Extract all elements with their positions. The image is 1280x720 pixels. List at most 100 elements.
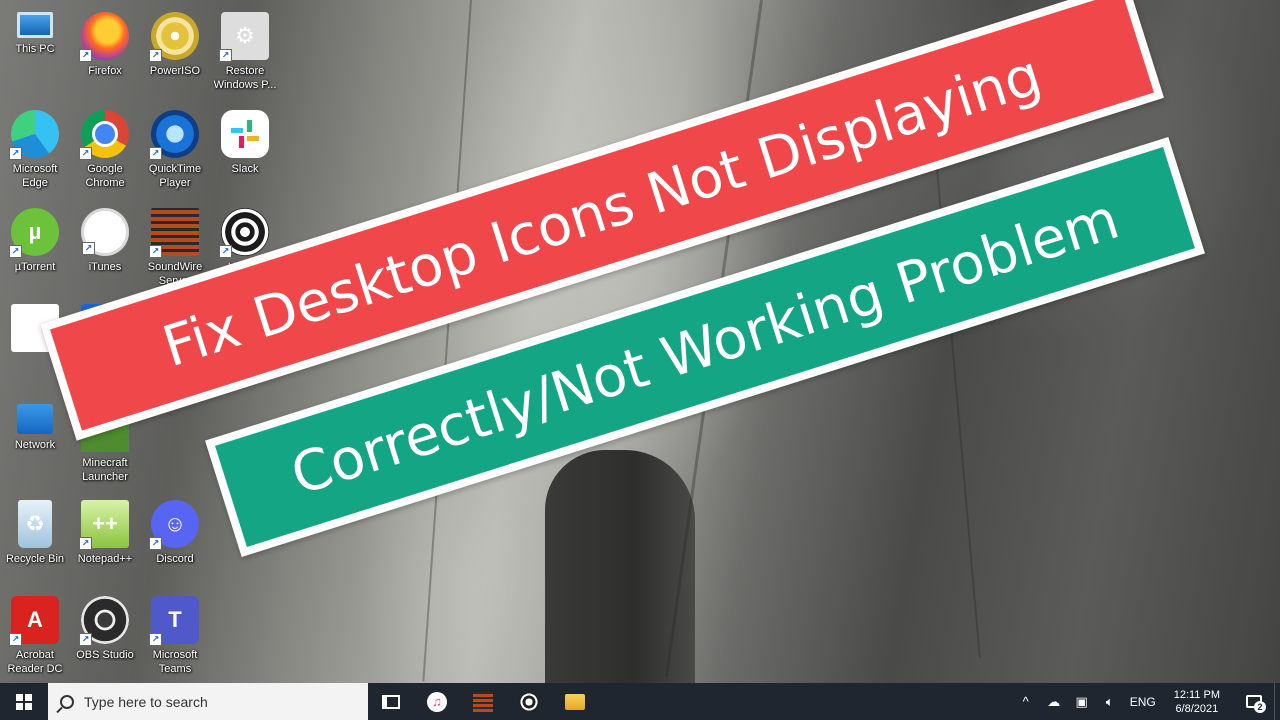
desktop-icon-teams[interactable]: T ↗ Microsoft Teams [140,590,210,682]
clock-time: 12:11 PM [1173,688,1220,701]
shortcut-arrow-icon: ↗ [149,537,162,550]
shortcut-arrow-icon: ↗ [149,147,162,160]
desktop-icon-label: µTorrent [14,261,56,273]
desktop-icon-label: Microsoft Edge [12,163,58,189]
desktop-icon-network[interactable]: Network [0,398,70,490]
desktop-icon-recycle-bin[interactable]: ♻ Recycle Bin [0,494,70,586]
system-tray: ^ ☁ ▣ 🔈︎ ENG 12:11 PM 6/8/2021 [1018,688,1234,716]
desktop-icon-label: Notepad++ [77,553,133,565]
taskbar-obs[interactable] [506,683,552,720]
task-view-icon [382,694,400,709]
desktop-icon-label: Discord [156,553,194,565]
file-explorer-icon [565,693,585,710]
shortcut-arrow-icon: ↗ [9,633,22,646]
desktop-icon-slack[interactable]: Slack [210,104,280,196]
search-icon [60,694,74,709]
shortcut-arrow-icon: ↗ [9,245,22,258]
desktop-icon-restore-windows[interactable]: ⚙ ↗ Restore Windows P... [210,6,280,98]
this-pc-icon [17,12,53,38]
shortcut-arrow-icon: ↗ [219,49,232,62]
windows-logo-icon [16,693,32,710]
desktop-icon-label: iTunes [88,261,122,273]
desktop-icon-discord[interactable]: ☺ ↗ Discord [140,494,210,586]
teams-icon: T ↗ [149,596,199,646]
edge-icon: ↗ [9,110,59,160]
restore-windows-photo-viewer-icon: ⚙ ↗ [219,12,269,62]
utorrent-icon: µ ↗ [9,208,59,258]
recycle-bin-icon: ♻ [18,500,52,548]
shortcut-arrow-icon: ↗ [219,245,232,258]
soundwire-icon: ↗ [149,208,199,258]
taskbar: ♫ ^ ☁ ▣ 🔈︎ ENG 12:11 PM 6/8/2021 2 [0,683,1280,720]
shortcut-arrow-icon: ↗ [9,147,22,160]
wallpaper-rock [545,450,695,683]
obs-icon [519,691,539,712]
task-view-button[interactable] [368,683,414,720]
input-language-indicator[interactable]: ENG [1130,695,1156,709]
show-desktop-button[interactable] [1274,683,1280,720]
search-input[interactable] [84,693,344,710]
shortcut-arrow-icon: ↗ [79,537,92,550]
slack-icon [221,110,269,158]
desktop-icon-label: Network [14,439,56,451]
start-button[interactable] [0,683,48,720]
onedrive-cloud-icon[interactable]: ☁ [1046,694,1062,709]
obs-icon: ↗ [79,596,129,646]
shortcut-arrow-icon: ↗ [149,633,162,646]
taskbar-itunes[interactable]: ♫ [414,683,460,720]
desktop-icon-notepadpp[interactable]: ++ ↗ Notepad++ [70,494,140,586]
desktop-icon-label: Microsoft Teams [152,649,198,675]
desktop-icon-firefox[interactable]: ↗ Firefox [70,6,140,98]
notification-count-badge: 2 [1254,701,1266,713]
discord-icon: ☺ ↗ [149,500,199,550]
notepadpp-icon: ++ ↗ [79,500,129,550]
taskbar-search-box[interactable] [48,683,368,720]
network-icon [17,404,53,434]
desktop-icon-label: Restore Windows P... [213,65,277,91]
poweriso-icon: ↗ [149,12,199,62]
desktop-icon-obs[interactable]: ↗ OBS Studio [70,590,140,682]
shortcut-arrow-icon: ↗ [82,242,95,255]
shortcut-arrow-icon: ↗ [149,245,162,258]
show-hidden-icons-chevron-icon[interactable]: ^ [1018,694,1034,709]
ubisoft-icon: ↗ [219,208,269,258]
desktop-icon-label: Minecraft Launcher [82,457,128,483]
desktop-icon-label: QuickTime Player [148,163,202,189]
clock-date: 6/8/2021 [1175,702,1219,715]
desktop-icon-label: Slack [231,163,259,175]
desktop-icon-edge[interactable]: ↗ Microsoft Edge [0,104,70,196]
wallpaper-crack [930,99,981,658]
itunes-icon: ♫ ↗ [81,208,129,256]
desktop-icon-label: This PC [15,43,55,55]
taskbar-clock[interactable]: 12:11 PM 6/8/2021 [1168,688,1226,716]
chrome-icon: ↗ [79,110,129,160]
taskbar-file-explorer[interactable] [552,683,598,720]
shortcut-arrow-icon: ↗ [79,49,92,62]
desktop-icon-quicktime[interactable]: ↗ QuickTime Player [140,104,210,196]
shortcut-arrow-icon: ↗ [149,49,162,62]
taskbar-soundwire[interactable] [460,683,506,720]
desktop-icon-chrome[interactable]: ↗ Google Chrome [70,104,140,196]
quicktime-icon: ↗ [149,110,199,160]
desktop-icon-label: Recycle Bin [5,553,65,565]
volume-icon[interactable]: 🔈︎ [1102,694,1118,709]
desktop-icon-poweriso[interactable]: ↗ PowerISO [140,6,210,98]
wallpaper-crack [422,0,472,682]
desktop-icon-acrobat[interactable]: A ↗ Acrobat Reader DC [0,590,70,682]
desktop-icon-utorrent[interactable]: µ ↗ µTorrent [0,202,70,294]
desktop-icon-label: Firefox [88,65,122,77]
acrobat-icon: A ↗ [9,596,59,646]
desktop-icon-this-pc[interactable]: This PC [0,6,70,98]
firefox-icon: ↗ [79,12,129,62]
desktop-icon-label: OBS Studio [76,649,134,661]
desktop-icon-label: Google Chrome [85,163,125,189]
shortcut-arrow-icon: ↗ [79,633,92,646]
shortcut-arrow-icon: ↗ [79,147,92,160]
itunes-icon: ♫ [427,691,447,712]
desktop-icon-itunes[interactable]: ♫ ↗ iTunes [70,202,140,294]
desktop-icon-label: PowerISO [149,65,201,77]
network-status-icon[interactable]: ▣ [1074,694,1090,709]
desktop-icon-label: Acrobat Reader DC [7,649,63,675]
soundwire-icon [473,691,493,712]
action-center-button[interactable]: 2 [1234,683,1274,720]
